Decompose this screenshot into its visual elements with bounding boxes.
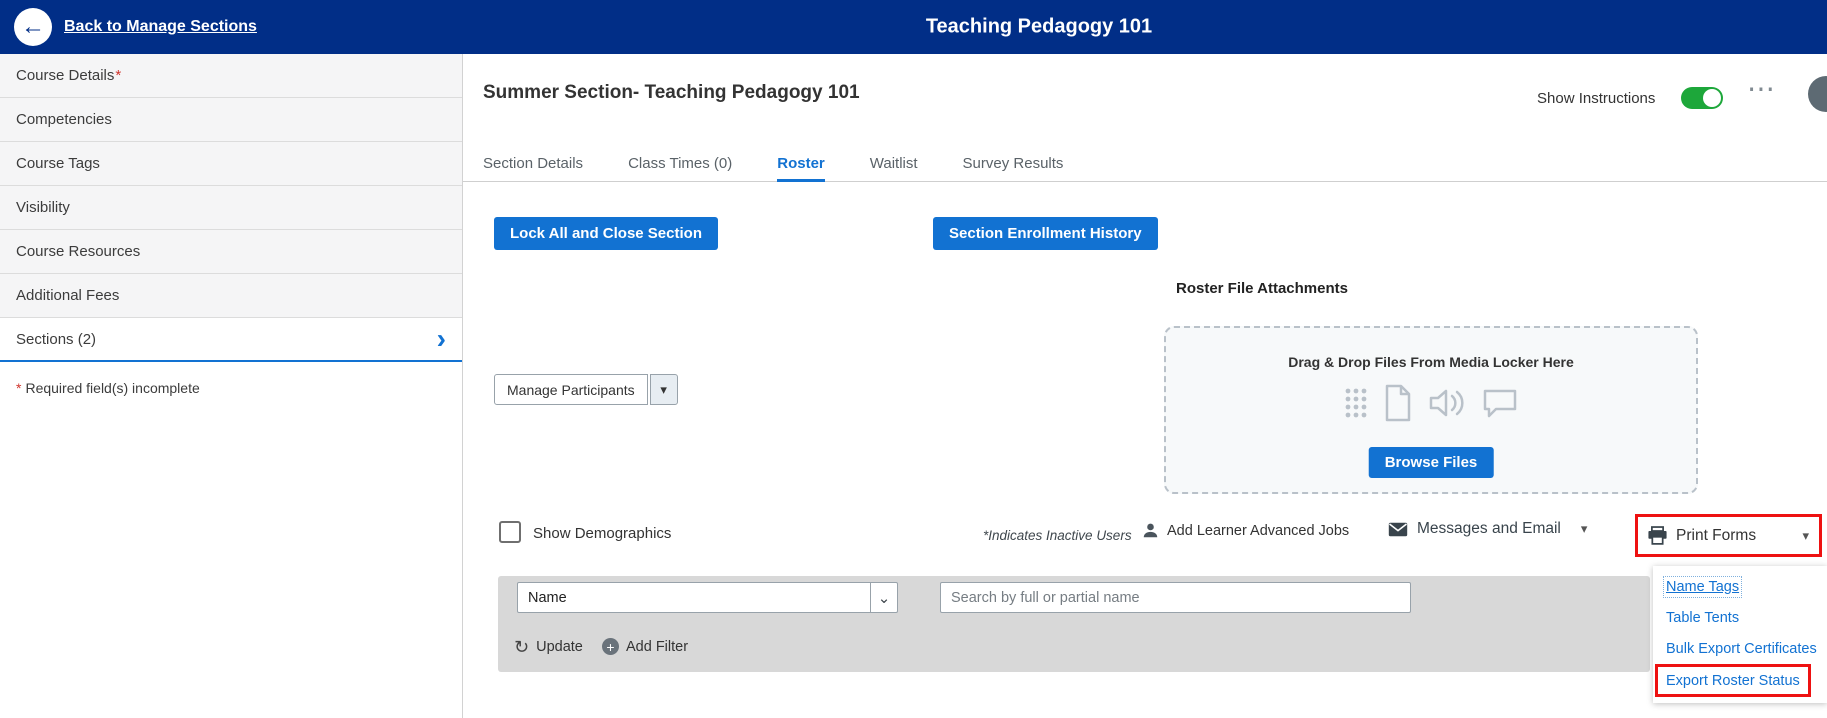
back-button[interactable]: ← [14,8,52,46]
filter-bar: Name ⌄ ↻ Update + Add Filter [498,576,1650,672]
ellipsis-menu-button[interactable]: ⋯ [1747,72,1776,105]
menu-item-label: Export Roster Status [1666,673,1800,689]
sidebar-item-competencies[interactable]: Competencies [0,98,462,142]
menu-item-name-tags[interactable]: Name Tags [1653,571,1827,602]
caret-down-icon: ▾ [1581,521,1588,537]
tab-waitlist[interactable]: Waitlist [870,149,918,182]
page-header-title: Teaching Pedagogy 101 [926,16,1152,39]
add-filter-label: Add Filter [626,639,688,655]
menu-item-label: Table Tents [1666,610,1739,626]
select-caret-icon: ⌄ [870,583,897,612]
dropzone-text: Drag & Drop Files From Media Locker Here [1166,354,1696,370]
tab-bar: Section Details Class Times (0) Roster W… [463,149,1827,182]
add-learner-label: Add Learner Advanced Jobs [1167,523,1349,539]
tab-roster[interactable]: Roster [777,149,825,182]
refresh-icon: ↻ [514,638,529,656]
sidebar: Course Details* Competencies Course Tags… [0,54,463,718]
sidebar-item-sections[interactable]: Sections (2) › [0,318,462,362]
section-title: Summer Section- Teaching Pedagogy 101 [483,82,860,104]
ellipsis-icon: ⋯ [1747,73,1776,104]
dropzone-icons [1166,384,1696,427]
sidebar-item-label: Competencies [16,111,112,128]
tab-class-times[interactable]: Class Times (0) [628,149,732,182]
sidebar-item-course-resources[interactable]: Course Resources [0,230,462,274]
menu-item-table-tents[interactable]: Table Tents [1653,602,1827,633]
manage-participants-split-button: Manage Participants ▾ [494,374,678,405]
help-widget-partial[interactable] [1808,76,1827,112]
app-root: ← Back to Manage Sections Teaching Pedag… [0,0,1827,718]
sidebar-item-label: Course Tags [16,155,100,172]
search-input[interactable] [940,582,1411,613]
back-arrow-icon: ← [21,13,45,41]
manage-participants-caret-button[interactable]: ▾ [650,374,678,405]
browse-files-button[interactable]: Browse Files [1369,447,1494,478]
lock-all-close-section-button[interactable]: Lock All and Close Section [494,217,718,250]
caret-down-icon: ▾ [1802,528,1809,544]
show-instructions-label: Show Instructions [1537,90,1655,107]
show-demographics-checkbox[interactable] [499,521,521,543]
required-note: *Required field(s) incomplete [16,380,446,396]
plus-icon: + [602,638,619,655]
messages-and-email-label: Messages and Email [1417,520,1561,538]
print-forms-label: Print Forms [1676,527,1756,545]
menu-item-label: Bulk Export Certificates [1666,641,1817,657]
add-filter-button[interactable]: + Add Filter [602,638,688,655]
audio-icon [1428,387,1466,424]
menu-item-label: Name Tags [1666,579,1739,595]
required-asterisk: * [115,67,121,84]
filter-field-select[interactable]: Name ⌄ [517,582,898,613]
printer-icon [1647,526,1668,545]
tab-survey-results[interactable]: Survey Results [963,149,1064,182]
inactive-users-note: *Indicates Inactive Users [983,528,1132,543]
menu-item-bulk-export-certificates[interactable]: Bulk Export Certificates [1653,633,1827,664]
add-learner-icon [1141,521,1160,540]
section-enrollment-history-button[interactable]: Section Enrollment History [933,217,1158,250]
tab-section-details[interactable]: Section Details [483,149,583,182]
sidebar-item-label: Visibility [16,199,70,216]
toggle-knob [1703,89,1721,107]
roster-file-attachments-heading: Roster File Attachments [1176,280,1348,297]
sidebar-item-label: Course Details [16,67,114,84]
app-header: ← Back to Manage Sections Teaching Pedag… [0,0,1827,54]
sidebar-item-course-details[interactable]: Course Details* [0,54,462,98]
sidebar-item-label: Sections (2) [16,331,96,348]
annotation-rect-print-forms: Print Forms ▾ [1635,514,1822,557]
filter-field-value: Name [518,590,567,606]
sidebar-item-visibility[interactable]: Visibility [0,186,462,230]
sidebar-item-additional-fees[interactable]: Additional Fees [0,274,462,318]
drag-dots-icon [1344,387,1368,424]
caret-down-icon: ▾ [660,382,667,398]
menu-item-export-roster-status[interactable]: Export Roster Status [1658,667,1808,694]
back-to-manage-sections-link[interactable]: Back to Manage Sections [64,18,257,36]
required-note-text: Required field(s) incomplete [25,380,199,396]
chevron-right-icon: › [437,329,446,349]
caret-glyph: ⌄ [878,589,891,607]
update-label: Update [536,639,583,655]
required-note-asterisk: * [16,380,21,396]
print-forms-button[interactable]: Print Forms ▾ [1647,526,1819,545]
update-button[interactable]: ↻ Update [514,638,583,656]
main-panel: Summer Section- Teaching Pedagogy 101 Sh… [463,54,1827,718]
envelope-icon [1388,522,1408,537]
manage-participants-button[interactable]: Manage Participants [494,374,648,405]
sidebar-item-label: Course Resources [16,243,140,260]
show-instructions-toggle[interactable] [1681,87,1723,109]
messages-and-email-button[interactable]: Messages and Email ▾ [1388,520,1587,538]
media-dropzone[interactable]: Drag & Drop Files From Media Locker Here [1164,326,1698,494]
add-learner-advanced-jobs-button[interactable]: Add Learner Advanced Jobs [1141,521,1349,540]
print-forms-menu: Name Tags Table Tents Bulk Export Certif… [1653,566,1827,703]
chat-icon [1481,387,1519,424]
annotation-rect-export-roster-status: Export Roster Status [1655,664,1811,697]
sidebar-item-course-tags[interactable]: Course Tags [0,142,462,186]
show-demographics-label: Show Demographics [533,525,671,542]
sidebar-item-label: Additional Fees [16,287,119,304]
file-icon [1383,384,1413,427]
manage-participants-label: Manage Participants [507,382,635,398]
